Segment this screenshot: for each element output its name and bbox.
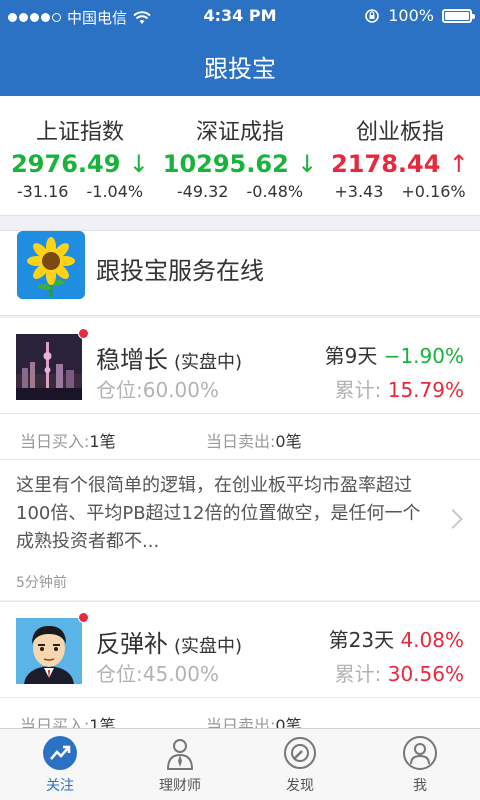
cumulative-return: 累计: 30.56%: [335, 658, 464, 687]
avatar-city-night: [16, 334, 82, 400]
status-tag: (实盘中): [174, 352, 243, 373]
status-right: 100%: [364, 6, 475, 25]
page-title: 跟投宝: [204, 55, 276, 83]
portfolio-comment[interactable]: 这里有个很简单的逻辑，在创业板平均市盈率超过100倍、平均PB超过12倍的位置做…: [0, 460, 480, 602]
index-shenzhen[interactable]: 深证成指 10295.62 ↓ -49.32 -0.48%: [160, 96, 320, 215]
trade-summary: 当日买入:1笔 当日卖出:0笔: [0, 414, 480, 460]
chevron-right-icon: [443, 509, 463, 529]
buy-value: 1笔: [89, 716, 116, 728]
service-online-label: 跟投宝服务在线: [96, 257, 264, 285]
index-change-points: -49.32: [176, 182, 229, 201]
portfolio-title: 反弹补: [96, 630, 168, 658]
index-change: +3.43 +0.16%: [320, 182, 480, 201]
position-value: 60.00%: [142, 378, 220, 402]
index-change-points: -31.16: [16, 182, 69, 201]
buy-value: 1笔: [89, 432, 116, 451]
portfolio-name: 反弹补 (实盘中): [96, 624, 242, 659]
comment-text: 这里有个很简单的逻辑，在创业板平均市盈率超过100倍、平均PB超过12倍的位置做…: [16, 475, 421, 552]
advisor-icon: [166, 739, 194, 770]
battery-label: 100%: [388, 6, 434, 25]
index-value-number: 10295.62: [162, 150, 289, 178]
index-change-points: +3.43: [334, 182, 384, 201]
day-return: 第9天 −1.90%: [325, 340, 464, 369]
trade-summary: 当日买入:1笔 当日卖出:0笔: [0, 698, 480, 728]
portfolio-card[interactable]: 反弹补 (实盘中) 仓位:45.00% 第23天 4.08% 累计: 30.56%…: [0, 602, 480, 728]
buy-count: 当日买入:1笔: [20, 712, 116, 728]
buy-label: 当日买入:: [20, 716, 90, 728]
sell-value: 0笔: [275, 716, 302, 728]
index-name: 创业板指: [355, 120, 444, 145]
tab-bar: 关注 理财师 发现 我: [0, 728, 480, 800]
nav-bar: 跟投宝: [0, 32, 480, 96]
day-percent: −1.90%: [383, 344, 464, 368]
cumulative-percent: 30.56%: [387, 662, 464, 686]
tab-label: 关注: [46, 778, 74, 794]
unread-dot: [78, 612, 89, 623]
tab-follow[interactable]: 关注: [0, 729, 120, 800]
arrow-down-icon: ↓: [297, 150, 318, 178]
portfolio-header: 稳增长 (实盘中) 仓位:60.00% 第9天 −1.90% 累计: 15.79%: [0, 318, 480, 414]
index-shanghai[interactable]: 上证指数 2976.49 ↓ -31.16 -1.04%: [0, 96, 160, 215]
rotation-lock-icon: [365, 8, 380, 23]
day-count: 第9天: [324, 344, 378, 368]
market-indices: 上证指数 2976.49 ↓ -31.16 -1.04% 深证成指 10295.…: [0, 96, 480, 216]
trend-icon: [43, 736, 77, 770]
battery-icon: [442, 8, 475, 23]
status-bar: 中国电信 4:34 PM 100%: [0, 0, 480, 32]
index-chinext[interactable]: 创业板指 2178.44 ↑ +3.43 +0.16%: [320, 96, 480, 215]
tab-label: 我: [413, 778, 427, 794]
cumulative-label: 累计:: [334, 662, 382, 686]
portfolio-header: 反弹补 (实盘中) 仓位:45.00% 第23天 4.08% 累计: 30.56%: [0, 602, 480, 698]
index-change-percent: +0.16%: [401, 182, 466, 201]
service-online-row[interactable]: 跟投宝服务在线: [0, 230, 480, 316]
buy-count: 当日买入:1笔: [20, 428, 116, 452]
position-label: 仓位:: [96, 662, 143, 686]
day-percent: 4.08%: [400, 628, 464, 652]
sell-value: 0笔: [275, 432, 302, 451]
index-change: -49.32 -0.48%: [160, 182, 320, 201]
cumulative-label: 累计:: [334, 378, 382, 402]
compass-icon: [284, 737, 316, 769]
position-value: 45.00%: [142, 662, 220, 686]
tab-label: 发现: [286, 778, 314, 794]
day-count: 第23天: [328, 628, 395, 652]
index-change: -31.16 -1.04%: [0, 182, 160, 201]
person-icon: [403, 736, 437, 770]
sunflower-logo-icon: [17, 231, 85, 299]
tab-label: 理财师: [159, 778, 201, 794]
index-value: 10295.62 ↓: [160, 150, 320, 180]
tab-me[interactable]: 我: [360, 729, 480, 800]
status-tag: (实盘中): [174, 636, 243, 657]
sell-label: 当日卖出:: [206, 716, 276, 728]
index-value: 2178.44 ↑: [320, 150, 480, 180]
day-return: 第23天 4.08%: [329, 624, 464, 653]
index-name: 深证成指: [195, 120, 284, 145]
portfolio-title: 稳增长: [96, 346, 168, 374]
arrow-up-icon: ↑: [448, 150, 469, 178]
cumulative-percent: 15.79%: [387, 378, 464, 402]
portfolio-card[interactable]: 稳增长 (实盘中) 仓位:60.00% 第9天 −1.90% 累计: 15.79%…: [0, 318, 480, 602]
index-value-number: 2976.49: [11, 150, 121, 178]
position-info: 仓位:60.00%: [96, 374, 219, 403]
portfolio-name: 稳增长 (实盘中): [96, 340, 242, 375]
position-label: 仓位:: [96, 378, 143, 402]
arrow-down-icon: ↓: [128, 150, 149, 178]
sell-count: 当日卖出:0笔: [206, 712, 302, 728]
sell-label: 当日卖出:: [206, 432, 276, 451]
index-value: 2976.49 ↓: [0, 150, 160, 180]
tab-advisor[interactable]: 理财师: [120, 729, 240, 800]
buy-label: 当日买入:: [20, 432, 90, 451]
index-change-percent: -0.48%: [246, 182, 304, 201]
cumulative-return: 累计: 15.79%: [335, 374, 464, 403]
position-info: 仓位:45.00%: [96, 658, 219, 687]
index-change-percent: -1.04%: [86, 182, 144, 201]
comment-time: 5分钟前: [16, 575, 67, 591]
index-value-number: 2178.44: [331, 150, 441, 178]
sell-count: 当日卖出:0笔: [206, 428, 302, 452]
unread-dot: [78, 328, 89, 339]
tab-discover[interactable]: 发现: [240, 729, 360, 800]
index-name: 上证指数: [35, 120, 124, 145]
avatar-cartoon-man: [16, 618, 82, 684]
